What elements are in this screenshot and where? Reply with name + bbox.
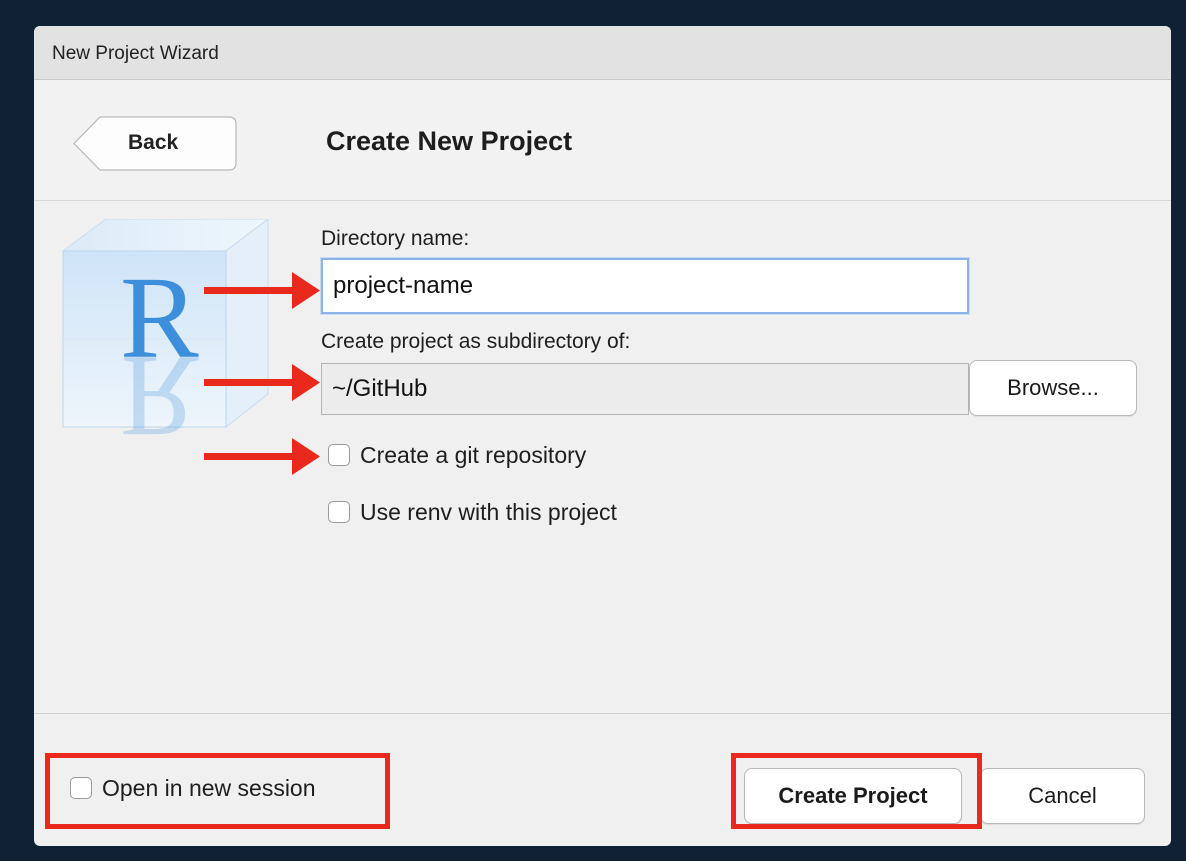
create-project-button[interactable]: Create Project: [744, 768, 962, 824]
wizard-header: Back Create New Project: [34, 80, 1171, 201]
title-bar: New Project Wizard: [34, 26, 1171, 80]
directory-name-label: Directory name:: [321, 227, 470, 250]
renv-label: Use renv with this project: [360, 499, 617, 525]
new-session-checkbox[interactable]: [70, 777, 92, 799]
create-project-button-label: Create Project: [778, 783, 928, 808]
directory-name-input[interactable]: [321, 258, 969, 314]
page-title: Create New Project: [326, 126, 573, 156]
renv-checkbox[interactable]: [328, 501, 350, 523]
new-session-checkbox-row[interactable]: Open in new session: [70, 775, 370, 805]
cancel-button-label: Cancel: [1028, 783, 1097, 808]
back-button-label: Back: [128, 131, 179, 154]
git-repo-label: Create a git repository: [360, 442, 587, 468]
git-repo-checkbox-row[interactable]: Create a git repository: [328, 442, 688, 472]
subdirectory-label: Create project as subdirectory of:: [321, 330, 631, 353]
svg-text:R: R: [120, 331, 199, 459]
cancel-button[interactable]: Cancel: [980, 768, 1145, 824]
r-logo-icon: R R: [61, 219, 269, 459]
browse-button[interactable]: Browse...: [969, 360, 1137, 416]
git-repo-checkbox[interactable]: [328, 444, 350, 466]
back-button[interactable]: Back: [72, 116, 237, 171]
renv-checkbox-row[interactable]: Use renv with this project: [328, 499, 708, 529]
new-project-dialog: New Project Wizard Back Create New Proje…: [34, 26, 1171, 846]
subdirectory-input[interactable]: [321, 363, 969, 415]
footer-divider: [34, 713, 1171, 714]
window-title: New Project Wizard: [52, 43, 219, 64]
new-session-label: Open in new session: [102, 775, 316, 801]
browse-button-label: Browse...: [1007, 375, 1099, 400]
